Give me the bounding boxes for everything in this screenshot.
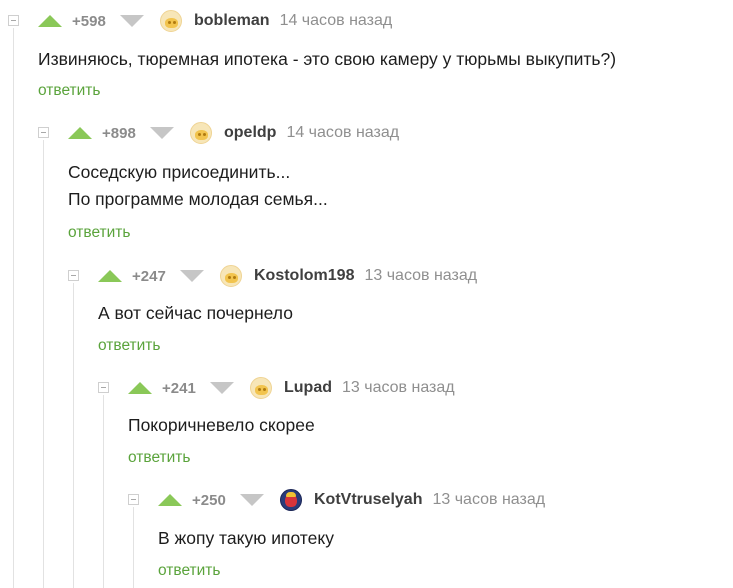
reply-link[interactable]: ответить — [38, 82, 100, 100]
thread-line-4 — [103, 395, 104, 588]
avatar[interactable] — [220, 265, 242, 287]
downvote-icon[interactable] — [150, 127, 174, 139]
thread-line-5 — [133, 507, 134, 588]
upvote-icon[interactable] — [98, 270, 122, 282]
comment-line: Извиняюсь, тюремная ипотека - это свою к… — [38, 49, 617, 69]
collapse-button[interactable] — [8, 15, 19, 26]
downvote-icon[interactable] — [180, 270, 204, 282]
comment-header: +598 bobleman 14 часов назад — [38, 9, 392, 33]
reply-link[interactable]: ответить — [158, 562, 220, 580]
comment-time: 14 часов назад — [279, 12, 393, 29]
thread-line-2 — [43, 140, 44, 588]
collapse-button[interactable] — [98, 382, 109, 393]
thread-line-3 — [73, 283, 74, 588]
upvote-icon[interactable] — [158, 494, 182, 506]
comment-text: Соседскую присоединить... По программе м… — [68, 159, 328, 213]
collapse-button[interactable] — [68, 270, 79, 281]
comment-username[interactable]: Lupad — [284, 379, 332, 397]
comment-line: А вот сейчас почернело — [98, 303, 293, 323]
comment-header: +241 Lupad 13 часов назад — [128, 376, 455, 400]
reply-link[interactable]: ответить — [98, 337, 160, 355]
reply-link[interactable]: ответить — [128, 449, 190, 467]
comment-rating: +898 — [102, 124, 136, 142]
comment-text: Извиняюсь, тюремная ипотека - это свою к… — [38, 46, 616, 73]
comment-text: В жопу такую ипотеку — [158, 525, 334, 552]
comment-username[interactable]: opeldp — [224, 124, 276, 142]
comment-line: По программе молодая семья... — [68, 189, 328, 209]
reply-link[interactable]: ответить — [68, 224, 130, 242]
comment-username[interactable]: bobleman — [194, 12, 270, 30]
avatar[interactable] — [280, 489, 302, 511]
comment-rating: +598 — [72, 12, 106, 30]
comment-line: В жопу такую ипотеку — [158, 528, 334, 548]
comment-username[interactable]: KotVtruselyah — [314, 491, 422, 509]
downvote-icon[interactable] — [210, 382, 234, 394]
avatar[interactable] — [190, 122, 212, 144]
downvote-icon[interactable] — [120, 15, 144, 27]
downvote-icon[interactable] — [240, 494, 264, 506]
comment-rating: +250 — [192, 491, 226, 509]
upvote-icon[interactable] — [68, 127, 92, 139]
upvote-icon[interactable] — [38, 15, 62, 27]
comment-line: Покоричневело скорее — [128, 415, 315, 435]
upvote-icon[interactable] — [128, 382, 152, 394]
comment-rating: +241 — [162, 379, 196, 397]
comment-text: А вот сейчас почернело — [98, 300, 293, 327]
thread-line-1 — [13, 28, 14, 588]
collapse-button[interactable] — [128, 494, 139, 505]
comment-time: 14 часов назад — [286, 124, 400, 141]
comment-username[interactable]: Kostolom198 — [254, 267, 354, 285]
comment-line: Соседскую присоединить... — [68, 162, 291, 182]
avatar[interactable] — [250, 377, 272, 399]
comment-time: 13 часов назад — [342, 379, 455, 396]
avatar[interactable] — [160, 10, 182, 32]
comment-header: +247 Kostolom198 13 часов назад — [98, 264, 477, 288]
comment-time: 13 часов назад — [432, 491, 546, 508]
comment-header: +898 opeldp 14 часов назад — [68, 121, 399, 145]
comment-text: Покоричневело скорее — [128, 412, 315, 439]
comment-header: +250 KotVtruselyah 13 часов назад — [158, 488, 545, 512]
collapse-button[interactable] — [38, 127, 49, 138]
comment-rating: +247 — [132, 267, 166, 285]
comment-time: 13 часов назад — [364, 267, 478, 284]
